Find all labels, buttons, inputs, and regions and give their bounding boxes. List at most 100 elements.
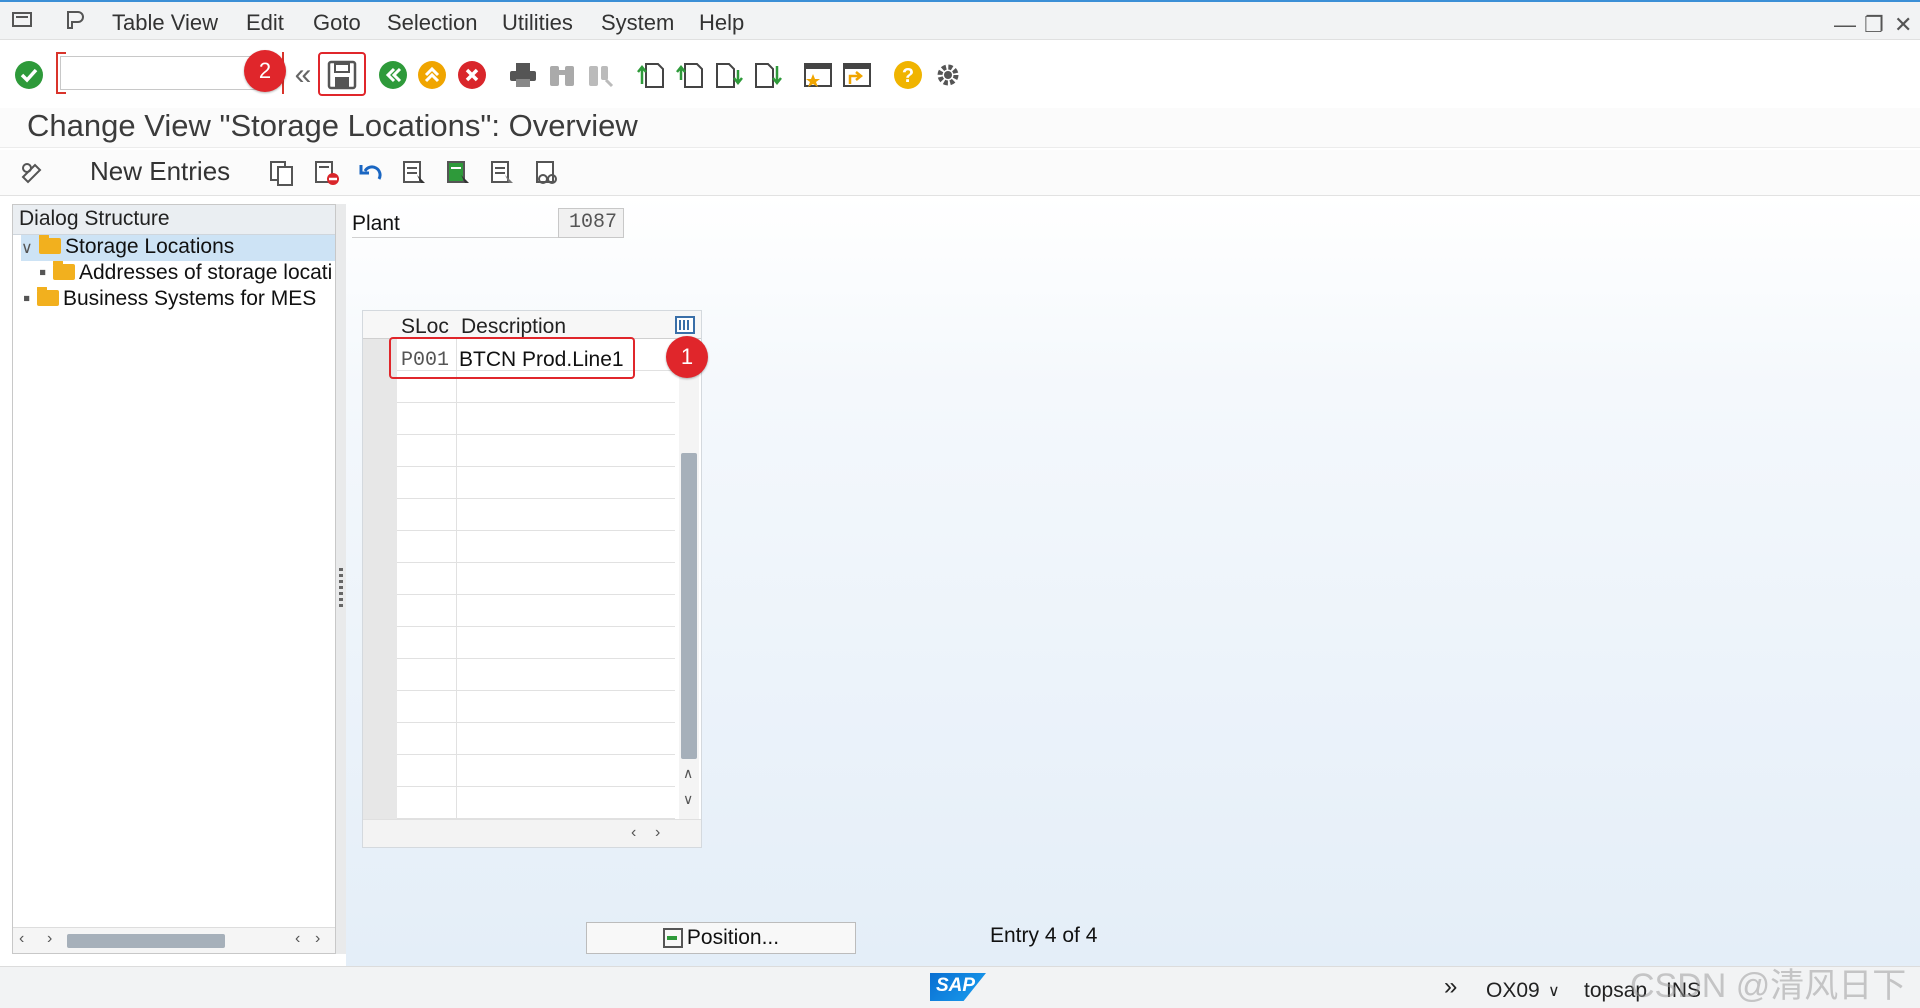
table-row[interactable] bbox=[397, 691, 675, 723]
vertical-scrollbar[interactable]: ∧ ∨ bbox=[679, 339, 699, 819]
table-row[interactable] bbox=[397, 499, 675, 531]
storage-locations-table: SLoc Description P001 BTCN Prod.Line1 ∧ … bbox=[362, 310, 702, 848]
plant-underline bbox=[352, 237, 558, 238]
delete-icon[interactable] bbox=[312, 158, 342, 188]
menu-utilities[interactable]: Utilities bbox=[502, 10, 573, 36]
previous-page-icon[interactable] bbox=[673, 58, 707, 92]
splitter-grip[interactable] bbox=[339, 568, 343, 608]
scroll-right-icon[interactable]: › bbox=[655, 824, 660, 842]
scroll-left-icon[interactable]: ‹ bbox=[19, 930, 24, 948]
print-field-list-icon[interactable] bbox=[532, 158, 562, 188]
horizontal-scrollbar[interactable]: ‹ › ‹ › bbox=[13, 927, 335, 953]
table-row[interactable] bbox=[397, 755, 675, 787]
table-row[interactable] bbox=[397, 403, 675, 435]
transaction-code[interactable]: OX09 bbox=[1486, 979, 1540, 1003]
menu-edit[interactable]: Edit bbox=[246, 10, 284, 36]
title-bar: Change View "Storage Locations": Overvie… bbox=[0, 108, 1920, 148]
tree-item-business-systems-mes[interactable]: ▪ Business Systems for MES bbox=[23, 287, 335, 313]
print-icon[interactable] bbox=[506, 58, 540, 92]
enter-icon[interactable] bbox=[12, 58, 46, 92]
table-row[interactable] bbox=[397, 595, 675, 627]
command-input[interactable] bbox=[61, 57, 259, 89]
scroll-up-icon[interactable]: ∧ bbox=[683, 765, 693, 782]
restore-icon[interactable]: ❐ bbox=[1864, 12, 1884, 38]
menu-selection[interactable]: Selection bbox=[387, 10, 478, 36]
menu-help[interactable]: Help bbox=[699, 10, 744, 36]
tree-item-storage-locations[interactable]: ∨ Storage Locations bbox=[21, 235, 335, 261]
deselect-all-icon[interactable] bbox=[488, 158, 518, 188]
column-header-sloc[interactable]: SLoc bbox=[401, 315, 449, 339]
copy-as-icon[interactable] bbox=[267, 158, 297, 188]
display-change-icon[interactable] bbox=[18, 158, 48, 188]
cancel-icon[interactable] bbox=[455, 58, 489, 92]
undo-change-icon[interactable] bbox=[356, 158, 386, 188]
panel-splitter[interactable] bbox=[336, 204, 346, 954]
collapse-arrows-icon[interactable]: « bbox=[286, 58, 320, 92]
table-row[interactable] bbox=[397, 787, 675, 819]
exit-icon[interactable] bbox=[415, 58, 449, 92]
first-page-icon[interactable] bbox=[634, 58, 668, 92]
scroll-thumb[interactable] bbox=[681, 453, 697, 759]
scroll-left-icon[interactable]: ‹ bbox=[631, 824, 636, 842]
row-selector-column[interactable] bbox=[363, 339, 397, 819]
find-next-icon[interactable] bbox=[584, 58, 618, 92]
menu-bar: Table View Edit Goto Selection Utilities… bbox=[0, 0, 1920, 40]
step-badge-1: 1 bbox=[666, 336, 708, 378]
chevron-down-icon[interactable]: ∨ bbox=[21, 238, 39, 258]
last-page-icon[interactable] bbox=[751, 58, 785, 92]
column-header-description[interactable]: Description bbox=[461, 315, 566, 339]
position-button[interactable]: Position... bbox=[586, 922, 856, 954]
next-page-icon[interactable] bbox=[712, 58, 746, 92]
table-row[interactable] bbox=[397, 659, 675, 691]
position-button-label: Position... bbox=[686, 926, 780, 949]
tree-item-addresses[interactable]: ▪ Addresses of storage locati bbox=[39, 261, 335, 287]
new-entries-button[interactable]: New Entries bbox=[90, 156, 230, 187]
page-title: Change View "Storage Locations": Overvie… bbox=[27, 108, 638, 143]
select-all-icon[interactable] bbox=[400, 158, 430, 188]
chevron-down-icon[interactable]: ∨ bbox=[1548, 981, 1560, 1001]
table-row[interactable] bbox=[397, 627, 675, 659]
folder-open-icon bbox=[39, 235, 61, 254]
table-row[interactable] bbox=[397, 467, 675, 499]
table-horizontal-scroll[interactable]: ‹ › bbox=[363, 819, 701, 847]
settings-gear-icon[interactable] bbox=[931, 58, 965, 92]
position-icon bbox=[662, 928, 683, 948]
table-row[interactable] bbox=[397, 435, 675, 467]
table-row[interactable] bbox=[397, 531, 675, 563]
folder-icon bbox=[37, 287, 59, 306]
save-icon[interactable] bbox=[325, 58, 359, 92]
sap-logo: SAP bbox=[930, 973, 986, 1001]
svg-text:?: ? bbox=[902, 65, 914, 87]
standard-toolbar: 2 « ? bbox=[0, 40, 1920, 108]
new-session-icon[interactable] bbox=[801, 58, 835, 92]
menu-goto[interactable]: Goto bbox=[313, 10, 361, 36]
table-header: SLoc Description bbox=[363, 311, 701, 339]
personalize-icon[interactable] bbox=[64, 10, 88, 30]
menu-system[interactable]: System bbox=[601, 10, 674, 36]
expand-status-icon[interactable]: » bbox=[1444, 973, 1457, 1001]
plant-field: 1087 bbox=[558, 208, 624, 238]
bullet-icon: ▪ bbox=[23, 287, 31, 310]
scroll-thumb[interactable] bbox=[67, 934, 225, 948]
create-shortcut-icon[interactable] bbox=[840, 58, 874, 92]
entry-counter: Entry 4 of 4 bbox=[990, 924, 1098, 947]
table-row[interactable] bbox=[397, 563, 675, 595]
command-field[interactable] bbox=[60, 56, 260, 90]
scroll-right-icon[interactable]: › bbox=[47, 930, 52, 948]
minimize-icon[interactable]: — bbox=[1834, 12, 1856, 38]
menu-table-view[interactable]: Table View bbox=[112, 10, 218, 36]
select-block-icon[interactable] bbox=[444, 158, 474, 188]
scroll-left-icon[interactable]: ‹ bbox=[295, 930, 300, 948]
close-window-icon[interactable]: ✕ bbox=[1894, 12, 1912, 38]
table-settings-icon[interactable] bbox=[675, 316, 695, 334]
menu-icon[interactable] bbox=[12, 10, 36, 30]
scroll-right-icon[interactable]: › bbox=[315, 930, 320, 948]
folder-icon bbox=[53, 261, 75, 280]
scroll-down-icon[interactable]: ∨ bbox=[683, 791, 693, 808]
find-icon[interactable] bbox=[545, 58, 579, 92]
help-icon[interactable]: ? bbox=[891, 58, 925, 92]
tree-item-label: Storage Locations bbox=[65, 235, 235, 258]
back-icon[interactable] bbox=[376, 58, 410, 92]
table-row[interactable] bbox=[397, 723, 675, 755]
dialog-structure-header: Dialog Structure bbox=[13, 205, 335, 235]
